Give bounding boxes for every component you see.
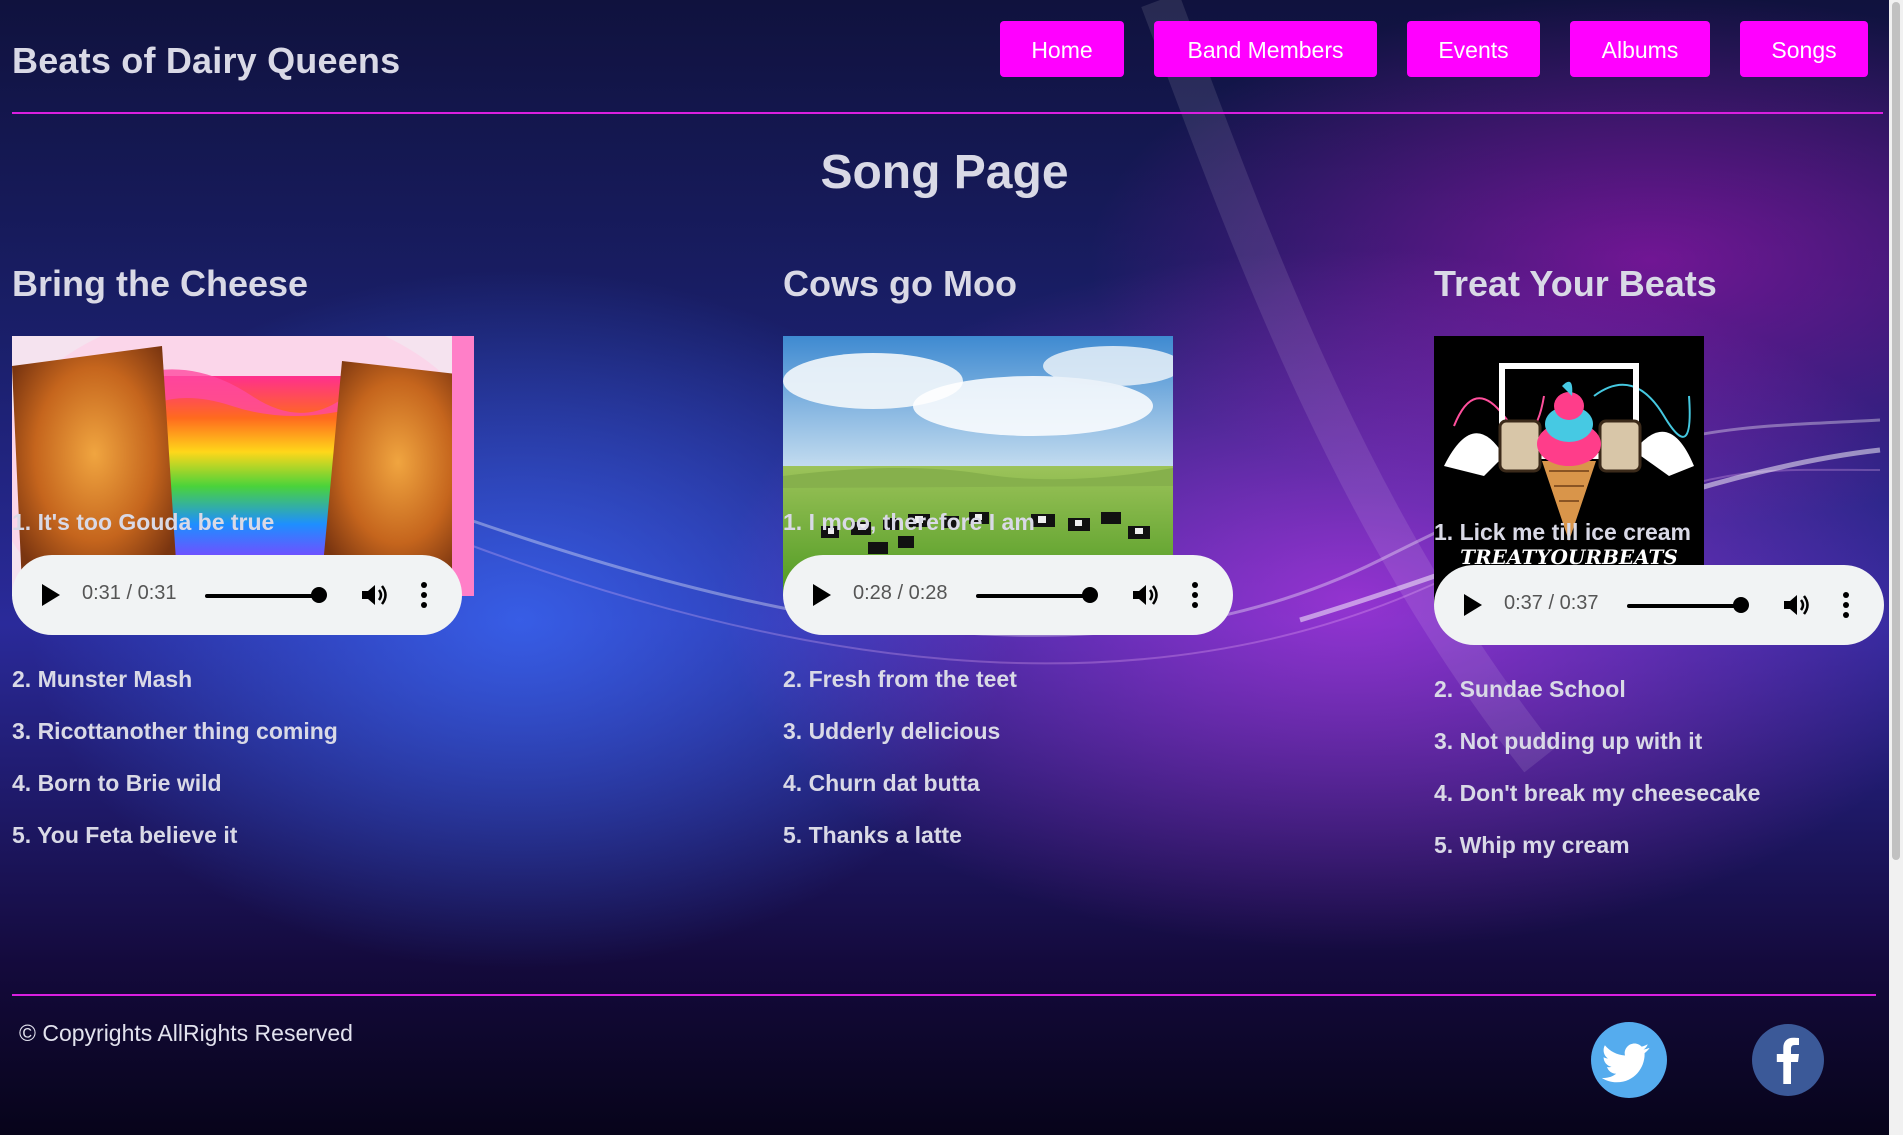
song-item[interactable]: 2. Munster Mash — [12, 666, 192, 693]
facebook-link[interactable] — [1752, 1024, 1824, 1096]
facebook-icon — [1776, 1037, 1799, 1084]
volume-icon[interactable] — [360, 582, 390, 608]
nav-songs-button[interactable]: Songs — [1740, 21, 1868, 77]
play-button[interactable] — [813, 584, 831, 606]
volume-icon[interactable] — [1131, 582, 1161, 608]
more-options-icon[interactable] — [1191, 581, 1199, 609]
song-item[interactable]: 1. It's too Gouda be true — [12, 509, 274, 536]
song-item[interactable]: 3. Udderly delicious — [783, 718, 1000, 745]
audio-player[interactable]: 0:37 / 0:37 — [1434, 565, 1884, 645]
nav-events-button[interactable]: Events — [1407, 21, 1540, 77]
song-item[interactable]: 5. You Feta believe it — [12, 822, 237, 849]
audio-time: 0:28 / 0:28 — [853, 582, 948, 604]
header-divider — [12, 112, 1883, 114]
page: Beats of Dairy Queens Home Band Members … — [0, 0, 1889, 1135]
nav-albums-button[interactable]: Albums — [1570, 21, 1710, 77]
album-column: Bring the Cheese 1. It's too Gouda be tr… — [12, 262, 612, 848]
song-item[interactable]: 5. Whip my cream — [1434, 832, 1630, 859]
audio-progress-thumb[interactable] — [1082, 587, 1098, 603]
audio-time: 0:31 / 0:31 — [82, 582, 177, 604]
song-item[interactable]: 1. I moo, therefore I am — [783, 509, 1035, 536]
album-column: Cows go Moo 1. I moo, therefore I am 0:2… — [783, 262, 1383, 848]
song-item[interactable]: 4. Churn dat butta — [783, 770, 980, 797]
more-options-icon[interactable] — [1842, 591, 1850, 619]
play-button[interactable] — [42, 584, 60, 606]
vertical-scrollbar[interactable] — [1889, 0, 1903, 1135]
play-button[interactable] — [1464, 594, 1482, 616]
song-item[interactable]: 4. Don't break my cheesecake — [1434, 780, 1760, 807]
scrollbar-thumb[interactable] — [1892, 2, 1900, 860]
twitter-link[interactable] — [1591, 1022, 1667, 1098]
album-title: Bring the Cheese — [12, 263, 309, 304]
audio-progress-bar[interactable] — [1627, 604, 1740, 608]
copyright-text: © Copyrights AllRights Reserved — [19, 1020, 353, 1046]
song-item[interactable]: 5. Thanks a latte — [783, 822, 962, 849]
audio-progress-thumb[interactable] — [311, 587, 327, 603]
song-item[interactable]: 3. Ricottanother thing coming — [12, 718, 338, 745]
main-nav: Home Band Members Events Albums Songs — [0, 21, 1889, 77]
footer-divider — [12, 994, 1876, 996]
nav-home-button[interactable]: Home — [1000, 21, 1124, 77]
page-title: Song Page — [820, 146, 1069, 199]
album-column: Treat Your Beats TREATYOURBEATS 1. Lick … — [1434, 262, 1884, 858]
song-item[interactable]: 4. Born to Brie wild — [12, 770, 222, 797]
album-title: Cows go Moo — [783, 263, 1017, 304]
audio-time: 0:37 / 0:37 — [1504, 592, 1599, 614]
nav-band-members-button[interactable]: Band Members — [1154, 21, 1377, 77]
audio-progress-bar[interactable] — [205, 594, 318, 598]
song-item[interactable]: 1. Lick me till ice cream — [1434, 519, 1691, 546]
song-item[interactable]: 2. Fresh from the teet — [783, 666, 1017, 693]
song-item[interactable]: 2. Sundae School — [1434, 676, 1626, 703]
audio-progress-bar[interactable] — [976, 594, 1089, 598]
more-options-icon[interactable] — [420, 581, 428, 609]
twitter-icon — [1601, 1043, 1650, 1083]
audio-player[interactable]: 0:31 / 0:31 — [12, 555, 462, 635]
audio-progress-thumb[interactable] — [1733, 597, 1749, 613]
album-title: Treat Your Beats — [1434, 263, 1717, 304]
song-item[interactable]: 3. Not pudding up with it — [1434, 728, 1702, 755]
audio-player[interactable]: 0:28 / 0:28 — [783, 555, 1233, 635]
volume-icon[interactable] — [1782, 592, 1812, 618]
